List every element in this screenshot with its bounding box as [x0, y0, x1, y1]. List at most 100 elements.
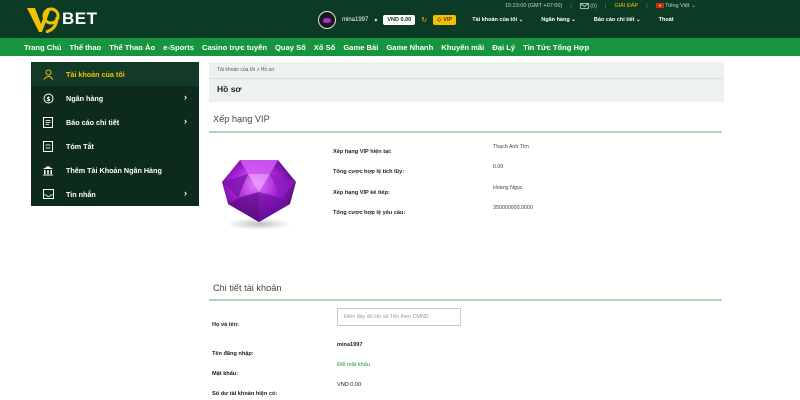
nav-card-games[interactable]: Game Bài: [343, 43, 378, 52]
logout-link[interactable]: Thoát: [659, 17, 674, 23]
support-link[interactable]: GIẢI ĐÁP: [614, 3, 638, 9]
fullname-label: Họ và tên:: [212, 322, 240, 328]
menu-banking[interactable]: Ngân hàng ⌄: [541, 17, 576, 23]
balance-value: VND 0.00: [337, 382, 362, 388]
vip-value: Thạch Anh Tím: [493, 144, 529, 150]
sidebar-item-label: Thêm Tài Khoản Ngân Hàng: [66, 165, 162, 175]
divider: |: [646, 3, 648, 9]
sidebar-item-label: Ngân hàng: [66, 93, 104, 103]
mail-link[interactable]: (0): [579, 2, 597, 10]
password-label: Mật khẩu:: [212, 371, 239, 377]
menu-my-account[interactable]: Tài khoản của tôi ⌄: [472, 17, 523, 23]
mail-count: (0): [590, 3, 597, 10]
balance-label: Số dư tài khoản hiện có:: [212, 391, 278, 397]
user-icon: [42, 68, 54, 80]
menu-label: Báo cáo chi tiết: [593, 17, 635, 23]
vip-label: Tổng cược hợp lệ yêu cầu:: [333, 210, 406, 216]
sidebar-item-add-bank-account[interactable]: Thêm Tài Khoản Ngân Hàng: [31, 158, 199, 182]
nav-agent[interactable]: Đại Lý: [492, 43, 515, 52]
v9-logo-icon: [27, 7, 60, 33]
site-logo[interactable]: BET: [26, 4, 98, 34]
nav-number-games[interactable]: Quay Số: [275, 43, 306, 52]
sidebar-item-reports[interactable]: Báo cáo chi tiết ›: [31, 110, 199, 134]
menu-reports[interactable]: Báo cáo chi tiết ⌄: [594, 17, 641, 23]
username-row: Tên đăng nhập: mina1997: [212, 342, 363, 360]
sidebar-item-my-account[interactable]: Tài khoản của tôi: [31, 62, 199, 86]
nav-sports[interactable]: Thể thao: [70, 43, 102, 52]
refresh-icon[interactable]: ↻: [421, 16, 427, 24]
clock-text: 15:23:00 (GMT +07:00): [505, 3, 563, 9]
balance-text: VND 0.00: [387, 17, 412, 23]
breadcrumb[interactable]: Tài khoản của tôi > Hồ sơ: [217, 67, 274, 73]
diamond-icon: ◇: [437, 17, 442, 23]
sidebar-item-label: Tóm Tắt: [66, 141, 94, 151]
change-password-link[interactable]: Đổi mật khẩu: [337, 362, 370, 368]
page-header: Tài khoản của tôi > Hồ sơ Hồ sơ: [209, 62, 724, 102]
username-value: mina1997: [337, 342, 363, 348]
summary-icon: [42, 140, 54, 152]
svg-text:$: $: [46, 96, 50, 103]
chevron-down-icon: ⌄: [691, 3, 696, 9]
vip-section-title: Xếp hạng VIP: [213, 114, 270, 124]
vip-row-current: Xếp hạng VIP hiện tại: Thạch Anh Tím: [333, 140, 529, 158]
divider: [209, 78, 724, 79]
nav-promotions[interactable]: Khuyến mãi: [441, 43, 484, 52]
top-header: BET 15:23:00 (GMT +07:00) | (0) | GIẢI Đ…: [0, 0, 800, 38]
sidebar-item-messages[interactable]: Tin nhắn ›: [31, 182, 199, 206]
sidebar-item-summary[interactable]: Tóm Tắt: [31, 134, 199, 158]
chevron-right-icon: ›: [184, 188, 187, 198]
nav-news[interactable]: Tin Tức Tổng Hợp: [523, 43, 589, 52]
vip-gem-icon: [323, 17, 331, 23]
menu-label: Tài khoản của tôi: [472, 17, 518, 23]
vip-label: Tổng cược hợp lệ tích lũy:: [333, 169, 405, 175]
account-sidebar: Tài khoản của tôi $ Ngân hàng › Báo cáo …: [31, 62, 199, 206]
vip-value: 350000000.0000: [493, 205, 533, 211]
sidebar-item-label: Báo cáo chi tiết: [66, 117, 120, 127]
account-section-title: Chi tiết tài khoản: [213, 283, 282, 293]
wallet-balance: VND 0.00: [383, 15, 416, 25]
password-row: Mật khẩu: Đổi mật khẩu: [212, 362, 370, 380]
vip-row-accumulated: Tổng cược hợp lệ tích lũy: 0.00: [333, 160, 503, 178]
account-menu: Tài khoản của tôi ⌄ Ngân hàng ⌄ Báo cáo …: [472, 17, 673, 23]
sidebar-item-label: Tin nhắn: [66, 189, 96, 199]
coin-icon: $: [42, 92, 54, 104]
vip-row-required: Tổng cược hợp lệ yêu cầu: 350000000.0000: [333, 201, 533, 219]
sidebar-item-label: Tài khoản của tôi: [66, 69, 125, 79]
avatar[interactable]: [318, 11, 336, 29]
nav-lottery[interactable]: Xổ Số: [314, 43, 336, 52]
chevron-right-icon: ›: [184, 92, 187, 102]
menu-label: Ngân hàng: [541, 17, 570, 23]
bank-icon: [42, 164, 54, 176]
vip-value: 0.00: [493, 164, 504, 170]
balance-row: Số dư tài khoản hiện có: VND 0.00: [212, 382, 361, 400]
fullname-row: Họ và tên:: [212, 313, 239, 331]
section-divider: [209, 131, 722, 133]
report-icon: [42, 116, 54, 128]
language-label: Tiếng Việt: [665, 3, 690, 9]
main-nav: Trang Chủ Thể thao Thể Thao Ảo e-Sports …: [0, 38, 800, 56]
nav-fast-games[interactable]: Game Nhanh: [386, 43, 433, 52]
nav-esports[interactable]: e-Sports: [163, 43, 194, 52]
chevron-down-icon[interactable]: ▾: [374, 17, 377, 24]
vip-label: VIP: [443, 17, 453, 23]
vietnam-flag-icon: [655, 3, 664, 9]
vip-label: Xếp hạng VIP kế tiếp:: [333, 190, 390, 196]
vip-value: Hoàng Ngọc: [493, 185, 523, 191]
language-selector[interactable]: Tiếng Việt ⌄: [655, 3, 696, 9]
fullname-field[interactable]: [337, 308, 461, 326]
sidebar-item-banking[interactable]: $ Ngân hàng ›: [31, 86, 199, 110]
nav-virtual-sports[interactable]: Thể Thao Ảo: [109, 43, 155, 52]
mail-icon: [579, 2, 589, 9]
vip-badge[interactable]: ◇ VIP: [433, 15, 457, 25]
username-label: Tên đăng nhập:: [212, 351, 254, 357]
username: mina1997: [342, 17, 369, 23]
vip-label: Xếp hạng VIP hiện tại:: [333, 149, 392, 155]
page-title: Hồ sơ: [217, 84, 242, 94]
vip-row-next: Xếp hạng VIP kế tiếp: Hoàng Ngọc: [333, 181, 522, 199]
nav-live-casino[interactable]: Casino trực tuyến: [202, 43, 267, 52]
section-divider: [209, 299, 722, 301]
chevron-right-icon: ›: [184, 116, 187, 126]
message-icon: [42, 188, 54, 200]
divider: |: [570, 3, 572, 9]
nav-home[interactable]: Trang Chủ: [24, 43, 62, 52]
